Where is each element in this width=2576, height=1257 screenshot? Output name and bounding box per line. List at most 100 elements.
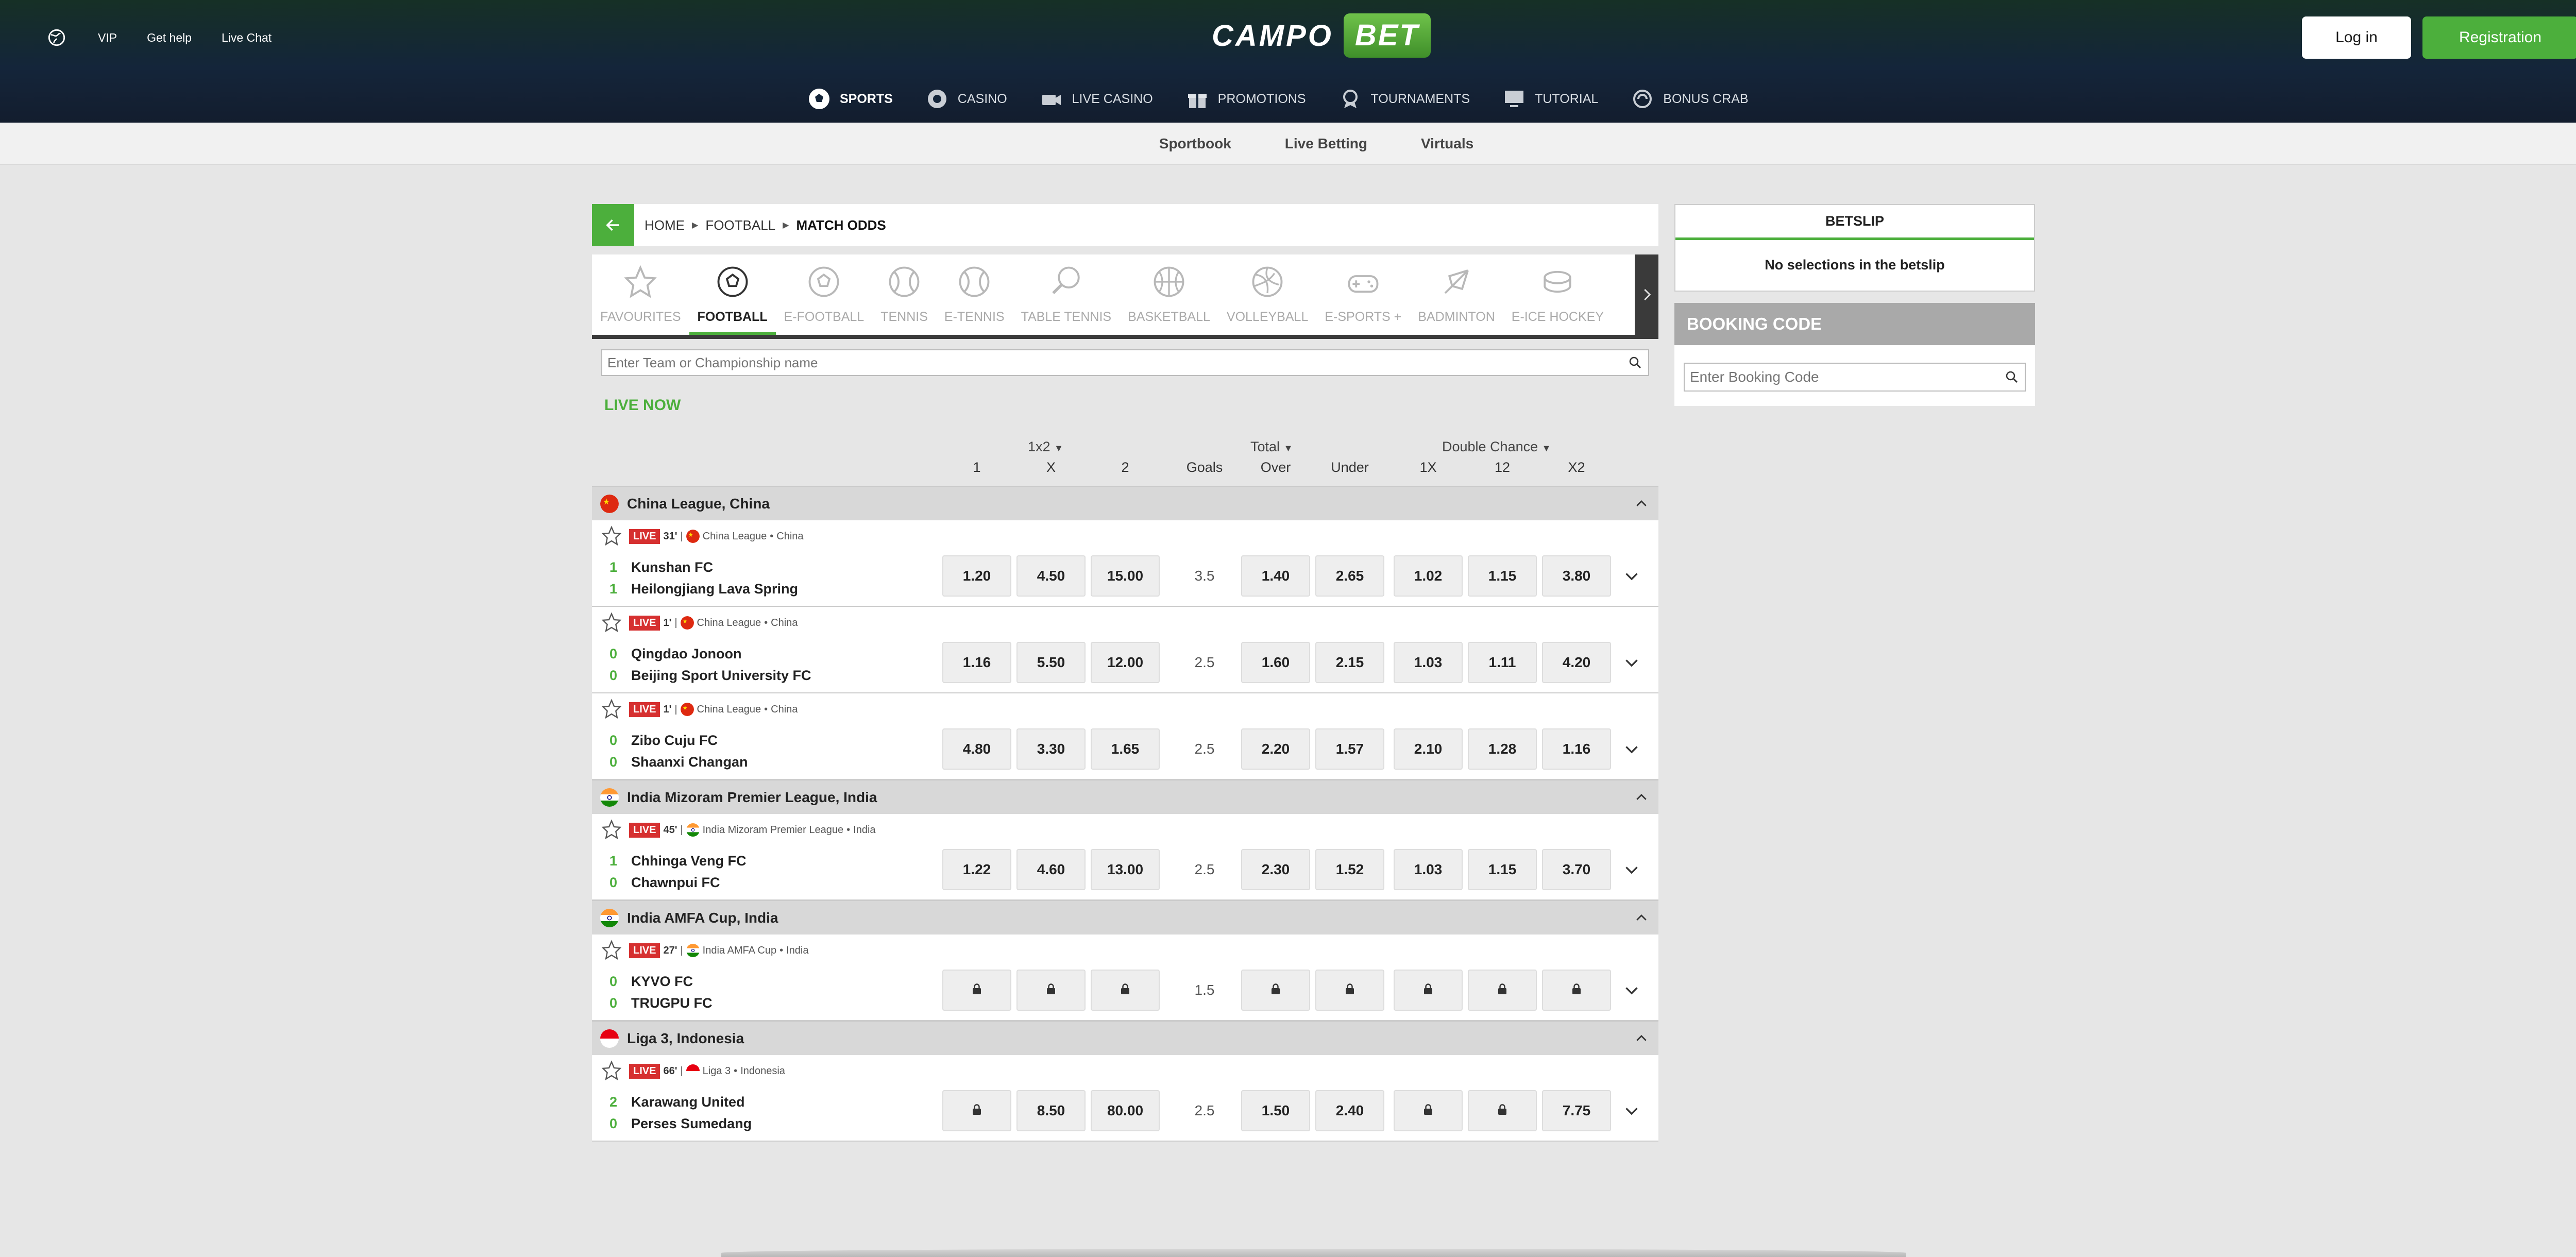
- nav-tutorial[interactable]: TUTORIAL: [1502, 87, 1598, 111]
- sport-tab[interactable]: E-ICE HOCKEY: [1503, 254, 1612, 335]
- sport-tab[interactable]: TENNIS: [872, 254, 936, 335]
- chevron-up-icon[interactable]: [1634, 1031, 1649, 1046]
- odds-button[interactable]: 2.15: [1315, 642, 1384, 683]
- odds-button[interactable]: 3.70: [1542, 849, 1611, 890]
- vip-link[interactable]: VIP: [98, 31, 117, 45]
- match-row[interactable]: LIVE 1' | China League • China 0 Zibo Cuju FC 0 S…: [592, 693, 1658, 780]
- odds-button[interactable]: 1.16: [942, 642, 1011, 683]
- odds-button[interactable]: 1.22: [942, 849, 1011, 890]
- breadcrumb-football[interactable]: FOOTBALL: [705, 217, 775, 233]
- odds-button[interactable]: 8.50: [1016, 1090, 1086, 1131]
- registration-button[interactable]: Registration: [2422, 16, 2576, 59]
- odds-button[interactable]: 5.50: [1016, 642, 1086, 683]
- favourite-star-icon[interactable]: [601, 525, 622, 546]
- league-header[interactable]: Liga 3, Indonesia: [592, 1021, 1658, 1055]
- match-row[interactable]: LIVE 31' | China League • China 1 Kunshan FC 1 He…: [592, 520, 1658, 607]
- favourite-star-icon[interactable]: [601, 612, 622, 633]
- tabs-next-button[interactable]: [1635, 254, 1658, 335]
- sport-tab[interactable]: BASKETBALL: [1120, 254, 1218, 335]
- market-select-1x2[interactable]: 1x2 ▼: [1028, 439, 1063, 455]
- favourite-star-icon[interactable]: [601, 940, 622, 960]
- odds-button[interactable]: 1.28: [1468, 728, 1537, 770]
- subnav-sportbook[interactable]: Sportbook: [1159, 135, 1231, 152]
- sport-tab[interactable]: E-SPORTS +: [1316, 254, 1410, 335]
- subnav-virtuals[interactable]: Virtuals: [1421, 135, 1473, 152]
- sport-tab[interactable]: E-FOOTBALL: [776, 254, 873, 335]
- sport-tab[interactable]: VOLLEYBALL: [1218, 254, 1316, 335]
- match-row[interactable]: LIVE 45' | India Mizoram Premier League • Ind…: [592, 814, 1658, 901]
- league-header[interactable]: India AMFA Cup, India: [592, 901, 1658, 935]
- odds-button[interactable]: 1.57: [1315, 728, 1384, 770]
- odds-button[interactable]: 1.50: [1241, 1090, 1310, 1131]
- odds-button[interactable]: 1.52: [1315, 849, 1384, 890]
- logo[interactable]: CAMPO BET: [1212, 13, 1431, 58]
- odds-button[interactable]: 1.65: [1091, 728, 1160, 770]
- odds-button[interactable]: 1.03: [1394, 642, 1463, 683]
- league-header[interactable]: China League, China: [592, 486, 1658, 520]
- odds-button[interactable]: 4.80: [942, 728, 1011, 770]
- odds-button[interactable]: 2.40: [1315, 1090, 1384, 1131]
- team-search-input[interactable]: [607, 354, 1628, 371]
- odds-button[interactable]: 12.00: [1091, 642, 1160, 683]
- breadcrumb-home[interactable]: HOME: [645, 217, 685, 233]
- favourite-star-icon[interactable]: [601, 819, 622, 840]
- globe-settings-icon[interactable]: [45, 26, 68, 49]
- chevron-up-icon[interactable]: [1634, 790, 1649, 805]
- odds-button[interactable]: 1.40: [1241, 555, 1310, 597]
- odds-button[interactable]: 1.11: [1468, 642, 1537, 683]
- chevron-down-icon[interactable]: [1622, 981, 1641, 999]
- chevron-up-icon[interactable]: [1634, 496, 1649, 512]
- help-link[interactable]: Get help: [147, 31, 192, 45]
- nav-promotions[interactable]: PROMOTIONS: [1185, 87, 1306, 111]
- back-button[interactable]: [592, 204, 634, 246]
- odds-button[interactable]: 1.15: [1468, 555, 1537, 597]
- search-icon[interactable]: [2004, 369, 2020, 385]
- sport-tab[interactable]: FOOTBALL: [689, 254, 776, 335]
- nav-tournaments[interactable]: TOURNAMENTS: [1338, 87, 1470, 111]
- odds-button[interactable]: 80.00: [1091, 1090, 1160, 1131]
- chevron-down-icon[interactable]: [1622, 567, 1641, 585]
- match-row[interactable]: LIVE 66' | Liga 3 • Indonesia 2 Karawang United…: [592, 1055, 1658, 1142]
- nav-live-casino[interactable]: LIVE CASINO: [1039, 87, 1153, 111]
- odds-button[interactable]: 3.30: [1016, 728, 1086, 770]
- nav-bonus-crab[interactable]: BONUS CRAB: [1630, 87, 1749, 111]
- subnav-live-betting[interactable]: Live Betting: [1285, 135, 1367, 152]
- odds-button[interactable]: 7.75: [1542, 1090, 1611, 1131]
- odds-button[interactable]: 1.15: [1468, 849, 1537, 890]
- chevron-down-icon[interactable]: [1622, 653, 1641, 672]
- odds-button[interactable]: 4.60: [1016, 849, 1086, 890]
- league-header[interactable]: India Mizoram Premier League, India: [592, 780, 1658, 814]
- market-select-double-chance[interactable]: Double Chance ▼: [1442, 439, 1551, 455]
- sport-tab[interactable]: TABLE TENNIS: [1013, 254, 1120, 335]
- odds-button[interactable]: 2.20: [1241, 728, 1310, 770]
- odds-button[interactable]: 2.30: [1241, 849, 1310, 890]
- odds-button[interactable]: 1.20: [942, 555, 1011, 597]
- odds-button[interactable]: 1.60: [1241, 642, 1310, 683]
- odds-button[interactable]: 13.00: [1091, 849, 1160, 890]
- odds-button[interactable]: 3.80: [1542, 555, 1611, 597]
- market-select-total[interactable]: Total ▼: [1250, 439, 1293, 455]
- live-chat-link[interactable]: Live Chat: [222, 31, 272, 45]
- sport-tab[interactable]: E-TENNIS: [936, 254, 1013, 335]
- odds-button[interactable]: 15.00: [1091, 555, 1160, 597]
- nav-sports[interactable]: SPORTS: [807, 87, 893, 111]
- login-button[interactable]: Log in: [2302, 16, 2411, 59]
- sport-tab[interactable]: BADMINTON: [1410, 254, 1503, 335]
- booking-code-input[interactable]: [1690, 369, 2004, 385]
- odds-button[interactable]: 4.50: [1016, 555, 1086, 597]
- search-icon[interactable]: [1628, 355, 1643, 370]
- match-row[interactable]: LIVE 1' | China League • China 0 Qingdao Jonoon…: [592, 607, 1658, 693]
- odds-button[interactable]: 1.16: [1542, 728, 1611, 770]
- chevron-up-icon[interactable]: [1634, 910, 1649, 926]
- odds-button[interactable]: 1.03: [1394, 849, 1463, 890]
- favourite-star-icon[interactable]: [601, 1060, 622, 1081]
- odds-button[interactable]: 2.10: [1394, 728, 1463, 770]
- sport-tab[interactable]: FAVOURITES: [592, 254, 689, 335]
- betslip-title[interactable]: BETSLIP: [1675, 205, 2034, 240]
- odds-button[interactable]: 2.65: [1315, 555, 1384, 597]
- chevron-down-icon[interactable]: [1622, 740, 1641, 758]
- odds-button[interactable]: 4.20: [1542, 642, 1611, 683]
- nav-casino[interactable]: CASINO: [925, 87, 1007, 111]
- favourite-star-icon[interactable]: [601, 699, 622, 719]
- chevron-down-icon[interactable]: [1622, 1101, 1641, 1120]
